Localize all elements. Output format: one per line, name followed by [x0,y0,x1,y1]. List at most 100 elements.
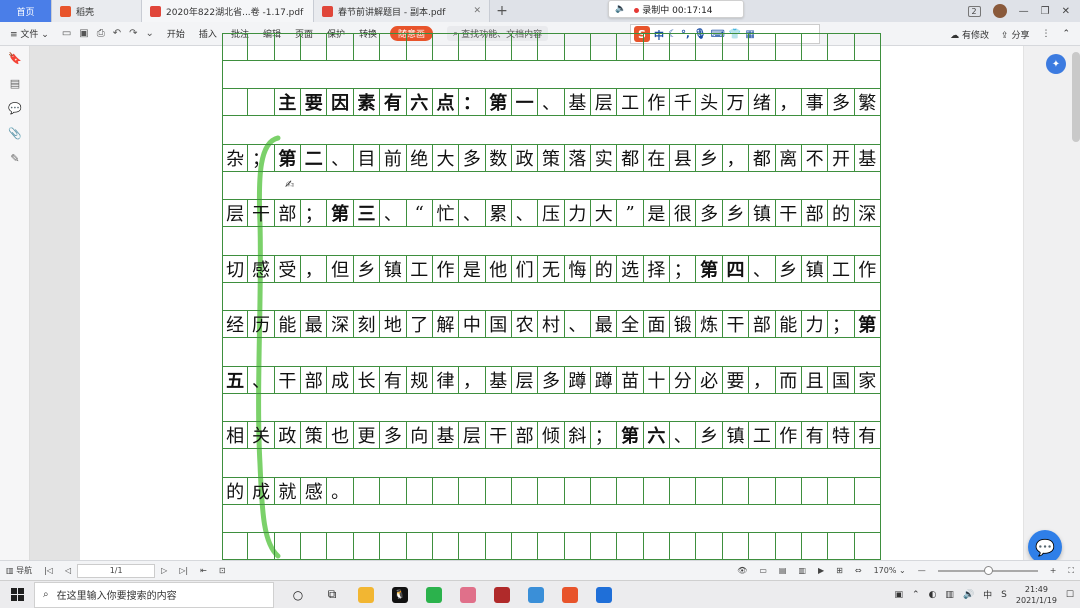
share-button[interactable]: ⇪ 分享 [1001,28,1029,41]
wechat-icon[interactable] [426,586,442,603]
browser-icon[interactable] [562,586,578,603]
thumbnail-icon[interactable]: ▤ [0,71,30,96]
more-options-icon[interactable]: ⋮ [1041,29,1050,39]
tab-pdf-1[interactable]: 2020年822湖北省...卷 -1.17.pdf ● [142,0,314,22]
play-icon[interactable]: ▶ [812,566,830,575]
first-page-icon[interactable]: |◁ [38,566,59,575]
file-menu[interactable]: ≡ 文件 ⌄ [0,27,56,40]
zoom-slider-knob[interactable] [983,565,993,575]
speaker-icon[interactable]: 🔈 [615,4,626,14]
eye-icon[interactable]: 👁 [731,566,753,575]
last-page-icon[interactable]: ▷| [173,566,194,575]
single-page-icon[interactable]: ▭ [753,566,773,575]
qq-icon[interactable]: 🐧 [392,586,408,603]
grid-cell: 第 [696,255,723,282]
task-view-icon[interactable]: ⧉ [324,587,340,603]
grid-cell: 干 [275,366,302,393]
page-number-input[interactable]: 1/1 [77,563,156,578]
grid-cell: 关 [248,422,275,448]
fullscreen-icon[interactable]: ⛶ [1062,566,1080,576]
new-tab-button[interactable]: + [490,0,514,22]
recording-time: 00:17:14 [672,5,713,16]
attachment-icon[interactable]: 📎 [0,121,30,146]
input-method-icon[interactable]: 中 [983,588,992,601]
zoom-value[interactable]: 170% ⌄ [868,566,912,575]
grid-cell: 要 [723,366,750,393]
fit-icon[interactable]: ⊡ [213,566,232,575]
zoom-in-icon[interactable]: + [1044,566,1063,575]
avatar[interactable] [992,4,1007,18]
collapse-icon[interactable]: ⌃ [1062,29,1070,39]
grid-cell: 国 [486,311,512,337]
fit-width-icon[interactable]: ⇔ [849,566,868,575]
grid-cell: 能 [275,311,302,337]
close-window-icon[interactable]: ✕ [1062,6,1070,17]
signature-icon[interactable]: ✎ [0,146,30,171]
grid-cell: 分 [670,366,697,393]
grid-cell [749,33,776,60]
tray-app-icon[interactable]: ▣ [895,590,904,600]
comment-icon[interactable]: 💬 [0,96,30,121]
taskbar-search[interactable]: ⌕ 在这里输入你要搜索的内容 [34,581,274,608]
scrollbar[interactable] [1072,52,1080,142]
tab-start[interactable]: 开始 [160,27,192,40]
wps-writer-icon[interactable] [596,586,612,603]
exit-icon[interactable]: ⇤ [194,566,213,575]
window-count-badge[interactable]: 2 [967,5,981,17]
cortana-icon[interactable]: ○ [290,587,306,603]
grid-cell: 规 [407,366,433,393]
assistant-icon[interactable]: ✦ [1046,54,1066,74]
grid-cell [696,33,723,60]
minimize-icon[interactable]: — [1019,6,1029,17]
zoom-out-icon[interactable]: — [912,566,932,575]
nav-button[interactable]: ▥ 导航 [0,565,38,576]
chat-bubble-icon[interactable]: 💬 [1028,530,1062,564]
grid-cell: 层 [512,366,539,393]
wps-pdf-icon[interactable] [494,586,510,603]
save-icon[interactable]: ▣ [79,28,88,39]
restore-icon[interactable]: ❐ [1041,6,1050,17]
next-page-icon[interactable]: ▷ [155,566,173,575]
grid-cell [486,477,512,504]
taskbar-apps: ○ ⧉ 🐧 [274,586,612,603]
grid-cell [512,33,539,60]
undo-icon[interactable]: ↶ [113,28,121,39]
tray-icon-1[interactable]: ◐ [929,590,937,600]
tab-pdf-2[interactable]: 春节前讲解题目 - 副本.pdf ✕ [314,0,490,22]
start-button[interactable] [0,581,34,608]
zoom-slider[interactable] [937,565,1038,575]
tab-insert[interactable]: 插入 [192,27,224,40]
grid-cell: 部 [301,366,328,393]
image-viewer-icon[interactable] [460,586,476,603]
grid-cell: ； [670,255,697,282]
tab-home[interactable]: 首页 [0,0,52,22]
grid-cell: 六 [407,89,433,115]
grid-gap [222,504,881,532]
print-icon[interactable]: ⎙ [97,28,105,39]
continuous-icon[interactable]: ▤ [773,566,793,575]
grid-cell: 最 [301,311,328,337]
actual-size-icon[interactable]: ⊞ [830,566,849,575]
notification-icon[interactable]: ☐ [1066,590,1074,600]
grid-cell: 基 [565,89,592,115]
volume-icon[interactable]: 🔊 [963,590,974,600]
more-icon[interactable]: ⌄ [146,28,154,39]
file-explorer-icon[interactable] [358,586,374,603]
close-icon[interactable]: ✕ [473,6,481,16]
clock[interactable]: 21:49 2021/1/19 [1016,584,1057,606]
redo-icon[interactable]: ↷ [129,28,137,39]
grid-cell: 有 [802,422,829,448]
grid-cell: 万 [723,89,750,115]
grid-cell: 四 [723,255,750,282]
grid-cell [380,33,407,60]
open-icon[interactable]: ▭ [62,28,71,39]
network-icon[interactable]: ▥ [945,590,954,600]
prev-page-icon[interactable]: ◁ [59,566,77,575]
sogou-tray-icon[interactable]: S [1001,590,1007,600]
photos-icon[interactable] [528,586,544,603]
tab-docer[interactable]: 稻壳 [52,0,142,22]
bookmark-icon[interactable]: 🔖 [0,46,30,71]
modified-button[interactable]: ☁ 有修改 [950,28,989,41]
chevron-up-icon[interactable]: ⌃ [912,590,920,600]
double-page-icon[interactable]: ▥ [792,566,812,575]
